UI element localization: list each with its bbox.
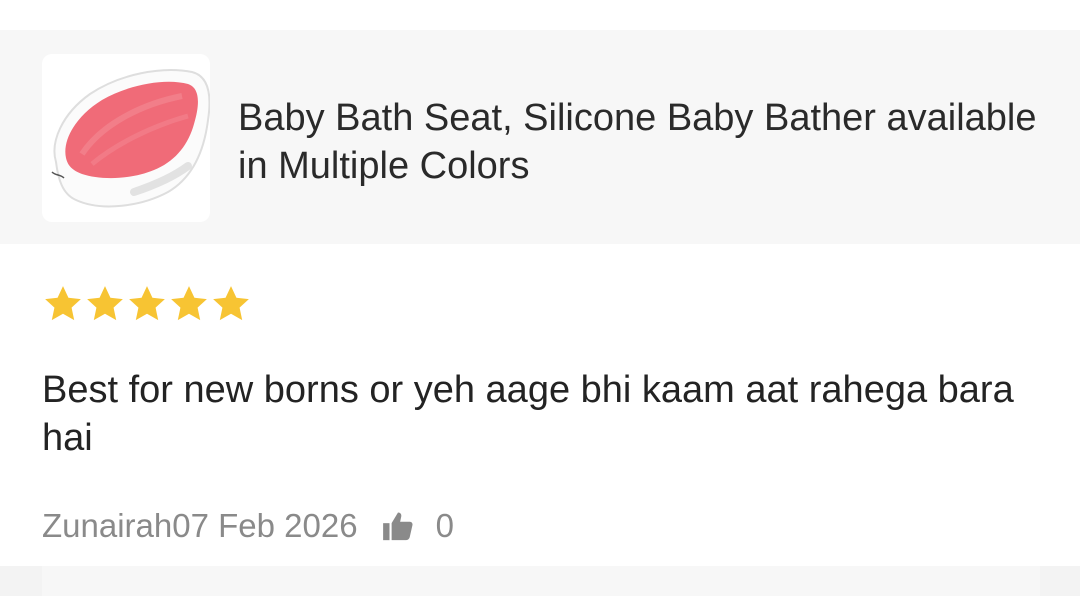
like-count: 0 [435, 507, 454, 544]
product-title[interactable]: Baby Bath Seat, Silicone Baby Bather ava… [238, 94, 1038, 190]
thumbs-up-icon[interactable] [380, 509, 416, 543]
baby-bath-seat-image [51, 69, 210, 208]
review-text: Best for new borns or yeh aage bhi kaam … [42, 369, 1014, 459]
star-rating [42, 282, 252, 326]
star-icon [171, 286, 207, 321]
star-icon [129, 286, 165, 321]
review-card: Best for new borns or yeh aage bhi kaam … [0, 244, 1080, 566]
star-icon [87, 286, 123, 321]
review-meta: Zunairah07 Feb 2026 0 [42, 506, 454, 546]
product-card[interactable]: Baby Bath Seat, Silicone Baby Bather ava… [0, 30, 1080, 244]
reviewer-name-date: Zunairah07 Feb 2026 [42, 507, 358, 544]
star-icon [213, 286, 249, 321]
top-spacer [0, 0, 1080, 30]
product-thumbnail[interactable] [42, 54, 210, 222]
star-icon [45, 286, 81, 321]
like-button[interactable]: 0 [380, 507, 454, 545]
next-card-edge [42, 566, 1040, 596]
